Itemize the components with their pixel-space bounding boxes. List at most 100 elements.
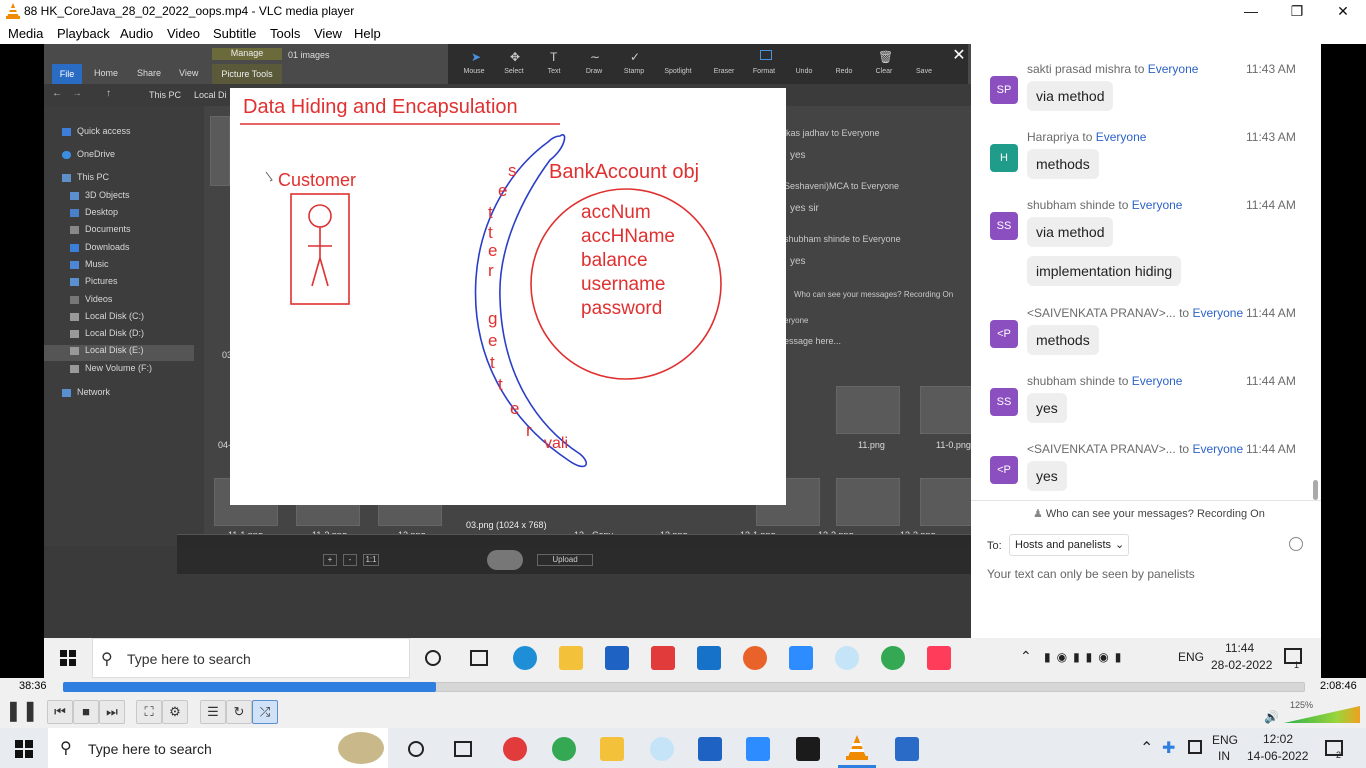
loop-button[interactable]: ↻ [226, 700, 252, 724]
task-view-icon [470, 650, 488, 666]
sidebar-documents: Documents [70, 224, 131, 234]
thumb-label: 11.png [858, 440, 885, 450]
chat-bubble: yes [1027, 393, 1067, 423]
video-area[interactable]: Manage 01 images File Home Share View Pi… [0, 44, 1366, 678]
pause-button[interactable]: ❚❚ [5, 700, 39, 724]
shuffle-button[interactable]: ⤮ [252, 700, 278, 724]
chat-time: 11:44 AM [1246, 198, 1296, 212]
field-balance: balance [581, 250, 648, 271]
notification-count: 1 [1294, 660, 1300, 670]
playlist-button[interactable]: ☰ [200, 700, 226, 724]
chat-time: 11:44 AM [1246, 442, 1296, 456]
computer-icon [62, 173, 71, 182]
thumbnail [920, 386, 971, 434]
mail-icon [697, 646, 721, 670]
network-icon[interactable] [1188, 740, 1202, 754]
annot-mouse: Mouse [463, 68, 485, 75]
path-local-disk: Local Di [194, 90, 227, 100]
field-username: username [581, 274, 666, 295]
behind-chat-line: eryone [784, 316, 809, 325]
stick-figure-head [308, 204, 332, 228]
windows-start-icon[interactable] [15, 740, 33, 758]
photo-viewer-toolbar: + - 1:1 Upload [177, 546, 971, 574]
back-arrow-icon: ← [52, 88, 62, 99]
vlc-cone-icon [6, 3, 20, 19]
sidebar-local-disk-e: Local Disk (E:) [44, 345, 194, 361]
ribbon-share-tab: Share [137, 68, 162, 78]
up-arrow-icon: ↑ [106, 88, 111, 99]
elapsed-time: 38:36 [19, 680, 47, 692]
file-explorer-icon[interactable] [600, 737, 624, 761]
menu-view[interactable]: View [314, 26, 342, 41]
recorder-icon[interactable] [503, 737, 527, 761]
cube-icon [70, 191, 79, 200]
recorded-lang: ENG [1178, 650, 1205, 664]
store-icon[interactable] [698, 737, 722, 761]
customer-label: Customer [278, 170, 356, 190]
ribbon-view-tab: View [179, 68, 199, 78]
restore-button[interactable]: ❐ [1274, 0, 1320, 22]
chat-bubble: via method [1027, 217, 1114, 247]
lang-region[interactable]: IN [1218, 749, 1230, 763]
task-view-icon[interactable] [454, 741, 472, 757]
photos-icon[interactable] [895, 737, 919, 761]
slide-drawing: Data Hiding and Encapsulation Customer s… [240, 96, 722, 468]
thumbnail [210, 116, 230, 186]
next-button[interactable]: ⏭ [99, 700, 125, 724]
sidebar-downloads: Downloads [70, 242, 130, 252]
getter-letter-r: r [526, 421, 532, 440]
chat-sender: <SAIVENKATA PRANAV>... to Everyone [1027, 442, 1244, 456]
chat-sender: shubham shinde to Everyone [1027, 198, 1183, 212]
total-time: 2:08:46 [1320, 680, 1357, 692]
annot-eraser: Eraser [713, 68, 735, 75]
shared-screen: Manage 01 images File Home Share View Pi… [44, 44, 971, 638]
menu-help[interactable]: Help [354, 26, 381, 41]
add-icon[interactable]: ✚ [1162, 738, 1175, 758]
chat-bubble: methods [1027, 149, 1099, 179]
stop-button[interactable]: ■ [73, 700, 99, 724]
menu-subtitle[interactable]: Subtitle [213, 26, 256, 41]
sticky-notes-icon[interactable] [796, 737, 820, 761]
sidebar-new-volume-f: New Volume (F:) [70, 363, 152, 373]
getter-letter-g: g [488, 309, 497, 328]
manage-tab: Manage [212, 48, 282, 60]
previous-button[interactable]: ⏮ [47, 700, 73, 724]
speaker-icon[interactable]: 🔊 [1264, 710, 1279, 724]
clock-date[interactable]: 14-06-2022 [1247, 749, 1308, 763]
mouse-icon: ➤ [471, 50, 482, 64]
gift-icon [651, 646, 675, 670]
snip-icon[interactable] [650, 737, 674, 761]
windows-logo-icon [60, 650, 76, 666]
menu-audio[interactable]: Audio [120, 26, 153, 41]
chrome-icon[interactable] [552, 737, 576, 761]
chat-bubble: yes [1027, 461, 1067, 491]
field-acchname: accHName [581, 226, 675, 247]
stamp-icon: ✓ [630, 50, 641, 64]
clock-time[interactable]: 12:02 [1263, 732, 1293, 746]
privacy-notice: ♟ Who can see your messages? Recording O… [1033, 508, 1265, 520]
panelist-notice: Your text can only be seen by panelists [987, 567, 1195, 581]
cortana-icon[interactable] [408, 741, 424, 757]
recorded-date: 28-02-2022 [1211, 658, 1273, 672]
fullscreen-button[interactable]: ⛶ [136, 700, 162, 724]
menu-tools[interactable]: Tools [270, 26, 300, 41]
taskbar-search[interactable]: ⚲ Type here to search [48, 728, 388, 768]
lang-code[interactable]: ENG [1212, 733, 1238, 747]
chevron-up-icon[interactable]: ⌃ [1140, 738, 1153, 758]
extended-settings-button[interactable]: ⚙ [162, 700, 188, 724]
behind-chat-line: Who can see your messages? Recording On [794, 290, 954, 299]
menu-video[interactable]: Video [167, 26, 200, 41]
close-button[interactable]: ✕ [1320, 0, 1366, 22]
chat-sender: Harapriya to Everyone [1027, 130, 1147, 144]
vlc-icon[interactable] [845, 735, 869, 760]
drive-icon [70, 312, 79, 321]
chevron-up-icon: ⌃ [1020, 648, 1032, 664]
menu-media[interactable]: Media [8, 26, 43, 41]
sidebar-quick-access: Quick access [62, 126, 131, 136]
format-icon [760, 50, 772, 60]
sidebar-3d-objects: 3D Objects [70, 190, 130, 200]
minimize-button[interactable]: — [1228, 0, 1274, 22]
setter-letter-t: t [488, 203, 493, 222]
menu-playback[interactable]: Playback [57, 26, 110, 41]
zoom-icon[interactable] [746, 737, 770, 761]
